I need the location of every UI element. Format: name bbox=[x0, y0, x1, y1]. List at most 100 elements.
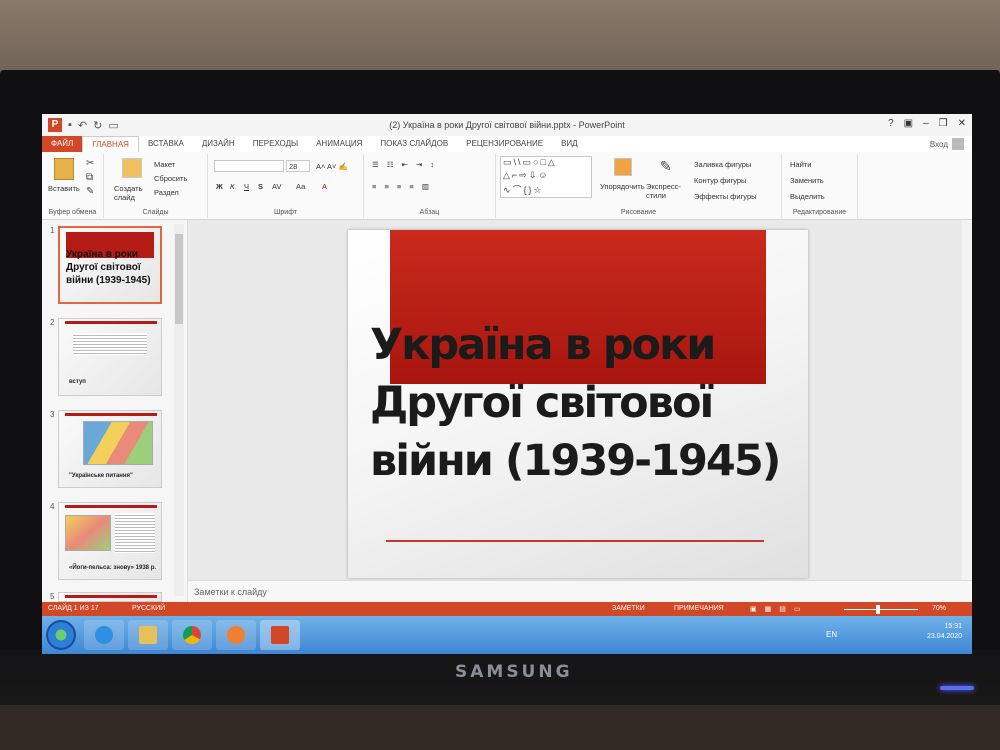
tab-transitions[interactable]: ПЕРЕХОДЫ bbox=[244, 136, 307, 152]
list-buttons-icon[interactable]: ☰ ☷ ⇤ ⇥ ↕ bbox=[372, 160, 437, 169]
zoom-level[interactable]: 70% bbox=[932, 605, 946, 612]
quick-styles-icon[interactable]: ✎ bbox=[660, 158, 672, 175]
sign-in[interactable]: Вход bbox=[930, 138, 964, 150]
thumb-caption: «Йоги-пельса: знову» 1938 р. bbox=[69, 565, 157, 571]
change-case-button[interactable]: Аа bbox=[296, 182, 305, 191]
system-clock[interactable]: 15:31 23.04.2020 bbox=[927, 622, 962, 642]
layout-button[interactable]: Макет bbox=[154, 160, 175, 169]
cut-icon[interactable]: ✂ bbox=[86, 158, 94, 169]
zoom-slider-handle[interactable] bbox=[876, 605, 880, 614]
close-button[interactable]: ✕ bbox=[958, 118, 966, 129]
shapes-row-3-icon[interactable]: ∿⌒{}☆ bbox=[503, 183, 544, 196]
chrome-icon bbox=[183, 626, 201, 644]
comments-toggle[interactable]: ПРИМЕЧАНИЯ bbox=[674, 605, 724, 612]
help-button[interactable]: ? bbox=[888, 118, 894, 129]
thumb-number: 4 bbox=[50, 502, 55, 511]
chrome-taskbar-button[interactable] bbox=[172, 620, 212, 650]
align-buttons-icon[interactable]: ≡ ≡ ≡ ≡ ▥ bbox=[372, 182, 432, 191]
group-clipboard: Вставить ✂ ⧉ ✎ Буфер обмена bbox=[42, 154, 104, 218]
section-button[interactable]: Раздел bbox=[154, 188, 179, 197]
paste-icon[interactable] bbox=[54, 158, 74, 180]
thumbnail-slide-5[interactable] bbox=[58, 592, 162, 602]
font-label: Шрифт bbox=[273, 209, 298, 216]
thumbnail-slide-1[interactable]: Україна в роки Другої світової війни (19… bbox=[58, 226, 162, 304]
shape-fill-button[interactable]: Заливка фигуры bbox=[694, 160, 751, 169]
windows-taskbar: EN 15:31 23.04.2020 bbox=[42, 616, 972, 654]
thumbnail-slide-4[interactable]: «Йоги-пельса: знову» 1938 р. bbox=[58, 502, 162, 580]
powerpoint-taskbar-button[interactable] bbox=[260, 620, 300, 650]
quick-styles-button[interactable]: Экспресс-стили bbox=[646, 182, 686, 200]
media-taskbar-button[interactable] bbox=[216, 620, 256, 650]
tab-insert[interactable]: ВСТАВКА bbox=[139, 136, 193, 152]
slide-title[interactable]: Україна в роки Другої світової війни (19… bbox=[370, 316, 790, 490]
shapes-row-2-icon[interactable]: △⌐⇨⇩☺ bbox=[503, 170, 549, 181]
window-title: (2) Україна в роки Другої світової війни… bbox=[389, 120, 625, 130]
shadow-button[interactable]: S bbox=[258, 182, 263, 191]
paste-button[interactable]: Вставить bbox=[48, 184, 80, 193]
thumb-red-line bbox=[65, 321, 157, 324]
font-size-input[interactable]: 28 bbox=[286, 160, 310, 172]
font-color-button[interactable]: А bbox=[322, 182, 327, 191]
minimize-button[interactable]: – bbox=[923, 118, 929, 129]
tab-slideshow[interactable]: ПОКАЗ СЛАЙДОВ bbox=[371, 136, 457, 152]
bold-button[interactable]: Ж bbox=[216, 182, 223, 191]
reset-button[interactable]: Сбросить bbox=[154, 174, 187, 183]
new-slide-button[interactable]: Создать слайд bbox=[114, 184, 148, 202]
thumbnail-slide-2[interactable]: вступ bbox=[58, 318, 162, 396]
view-buttons-icon[interactable]: ▣▦▤▭ bbox=[750, 605, 808, 613]
ie-icon bbox=[95, 626, 113, 644]
thumbnail-slide-3[interactable]: "Українське питання" bbox=[58, 410, 162, 488]
zoom-slider[interactable] bbox=[844, 609, 918, 610]
tab-animations[interactable]: АНИМАЦИЯ bbox=[307, 136, 371, 152]
restore-button[interactable]: ❐ bbox=[939, 118, 948, 129]
language-indicator[interactable]: РУССКИЙ bbox=[132, 605, 165, 612]
thumb-text-lines bbox=[115, 513, 155, 553]
underline-button[interactable]: Ч bbox=[244, 182, 249, 191]
select-button[interactable]: Выделить bbox=[790, 192, 825, 201]
group-drawing: ▭\\▭○□△ △⌐⇨⇩☺ ∿⌒{}☆ Упорядочить ✎ Экспре… bbox=[496, 154, 782, 218]
thumb-caption: "Українське питання" bbox=[69, 473, 133, 479]
notes-pane[interactable]: Заметки к слайду bbox=[188, 580, 972, 602]
shapes-row-1-icon[interactable]: ▭\\▭○□△ bbox=[503, 157, 557, 168]
drawing-label: Рисование bbox=[620, 209, 657, 216]
notes-toggle[interactable]: ЗАМЕТКИ bbox=[612, 605, 645, 612]
scrollbar-thumb[interactable] bbox=[175, 234, 183, 324]
arrange-icon[interactable] bbox=[614, 158, 632, 176]
ribbon-display-button[interactable]: ▣ bbox=[904, 118, 913, 129]
clock-time: 15:31 bbox=[944, 623, 962, 630]
tab-design[interactable]: ДИЗАЙН bbox=[193, 136, 244, 152]
shape-effects-button[interactable]: Эффекты фигуры bbox=[694, 192, 757, 201]
grow-font-icon[interactable]: A˄ A˅ ✍ bbox=[316, 162, 348, 171]
tab-file[interactable]: ФАЙЛ bbox=[42, 136, 83, 152]
current-slide[interactable]: Україна в роки Другої світової війни (19… bbox=[348, 230, 808, 578]
slide-scrollbar[interactable] bbox=[962, 220, 972, 580]
replace-button[interactable]: Заменить bbox=[790, 176, 824, 185]
format-painter-icon[interactable]: ✎ bbox=[86, 186, 94, 197]
window-controls: ? ▣ – ❐ ✕ bbox=[888, 118, 966, 129]
media-player-icon bbox=[227, 626, 245, 644]
thumb-red-line bbox=[65, 595, 157, 598]
avatar bbox=[952, 138, 964, 150]
italic-button[interactable]: К bbox=[230, 182, 234, 191]
find-button[interactable]: Найти bbox=[790, 160, 811, 169]
ie-taskbar-button[interactable] bbox=[84, 620, 124, 650]
thumb-caption: вступ bbox=[69, 379, 86, 385]
thumbnails-scrollbar[interactable] bbox=[174, 224, 184, 596]
slide-red-line[interactable] bbox=[386, 540, 764, 542]
new-slide-icon[interactable] bbox=[122, 158, 142, 178]
explorer-taskbar-button[interactable] bbox=[128, 620, 168, 650]
screen: P ▪ ↶ ↻ ▭ (2) Україна в роки Другої світ… bbox=[42, 114, 972, 654]
start-button[interactable] bbox=[46, 620, 76, 650]
clock-date: 23.04.2020 bbox=[926, 633, 962, 640]
tab-view[interactable]: ВИД bbox=[552, 136, 587, 152]
font-name-input[interactable] bbox=[214, 160, 284, 172]
shape-outline-button[interactable]: Контур фигуры bbox=[694, 176, 746, 185]
shapes-gallery[interactable]: ▭\\▭○□△ △⌐⇨⇩☺ ∿⌒{}☆ bbox=[500, 156, 592, 198]
arrange-button[interactable]: Упорядочить bbox=[600, 182, 645, 191]
copy-icon[interactable]: ⧉ bbox=[86, 172, 93, 183]
keyboard-language[interactable]: EN bbox=[826, 630, 837, 639]
title-bar: P ▪ ↶ ↻ ▭ (2) Україна в роки Другої світ… bbox=[42, 114, 972, 136]
char-spacing-button[interactable]: AV bbox=[272, 182, 281, 191]
tab-home[interactable]: ГЛАВНАЯ bbox=[82, 136, 139, 152]
tab-review[interactable]: РЕЦЕНЗИРОВАНИЕ bbox=[457, 136, 552, 152]
